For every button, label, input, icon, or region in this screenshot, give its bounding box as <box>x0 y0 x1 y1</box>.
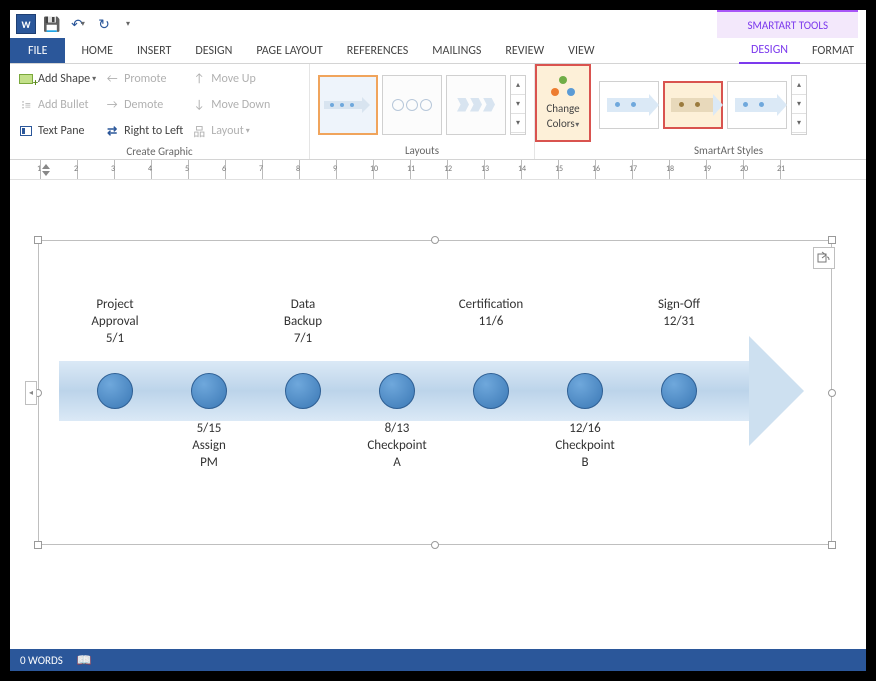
resize-handle[interactable] <box>34 236 42 244</box>
move-down-label: Move Down <box>211 98 270 112</box>
group-label-styles: SmartArt Styles <box>595 143 862 159</box>
group-label-layouts: Layouts <box>314 143 530 159</box>
timeline-label[interactable]: ProjectApproval5/1 <box>60 297 170 348</box>
style-gallery-item[interactable] <box>727 81 787 129</box>
tab-file[interactable]: FILE <box>10 38 65 63</box>
title-bar: W 💾 ↶▾ ↻ ▾ SMARTART TOOLS <box>10 10 866 38</box>
change-colors-l1: Change <box>546 102 579 115</box>
demote-label: Demote <box>124 98 163 112</box>
add-shape-button[interactable]: Add Shape ▾ <box>18 68 96 90</box>
layout-button: 品Layout ▾ <box>191 120 270 142</box>
resize-handle[interactable] <box>34 541 42 549</box>
right-to-left-button[interactable]: ⇄Right to Left <box>104 120 183 142</box>
tab-smartart-format[interactable]: FORMAT <box>800 38 866 63</box>
timeline-node[interactable] <box>661 373 697 409</box>
timeline-label[interactable]: Certification11/6 <box>436 297 546 331</box>
group-smartart-styles: ▴▾▾ SmartArt Styles <box>591 64 866 159</box>
status-bar: 0 WORDS 📖 <box>10 649 866 671</box>
text-pane-label: Text Pane <box>38 124 85 138</box>
tab-references[interactable]: REFERENCES <box>335 38 421 63</box>
tab-insert[interactable]: INSERT <box>125 38 183 63</box>
spelling-status-icon[interactable]: 📖 <box>77 653 92 668</box>
tab-mailings[interactable]: MAILINGS <box>420 38 493 63</box>
status-word-count[interactable]: 0 WORDS <box>20 654 63 667</box>
qat-customize-icon[interactable]: ▾ <box>118 14 138 34</box>
tab-review[interactable]: REVIEW <box>493 38 556 63</box>
tab-smartart-design[interactable]: DESIGN <box>739 38 800 64</box>
rtl-label: Right to Left <box>124 124 183 138</box>
group-layouts: ▴▾▾ Layouts <box>310 64 535 159</box>
resize-handle[interactable] <box>828 236 836 244</box>
timeline-label[interactable]: 8/13CheckpointA <box>342 421 452 472</box>
undo-icon[interactable]: ↶▾ <box>68 14 88 34</box>
timeline-node[interactable] <box>191 373 227 409</box>
timeline-node[interactable] <box>567 373 603 409</box>
resize-handle[interactable] <box>431 541 439 549</box>
group-change-colors: Change Colors ▾ <box>535 64 591 159</box>
resize-handle[interactable] <box>431 236 439 244</box>
quick-access-toolbar: W 💾 ↶▾ ↻ ▾ <box>10 14 138 34</box>
layout-gallery-item[interactable] <box>446 75 506 135</box>
tab-design[interactable]: DESIGN <box>183 38 244 63</box>
tab-home[interactable]: HOME <box>69 38 125 63</box>
demote-button: →Demote <box>104 94 183 116</box>
word-window: W 💾 ↶▾ ↻ ▾ SMARTART TOOLS FILE HOME INSE… <box>10 10 866 671</box>
smartart-timeline[interactable]: ProjectApproval5/15/15AssignPMDataBackup… <box>59 351 809 431</box>
group-create-graphic: Add Shape ▾ ⁝≡Add Bullet Text Pane ←Prom… <box>10 64 310 159</box>
contextual-tab-title: SMARTART TOOLS <box>717 10 858 38</box>
ribbon-tabs: FILE HOME INSERT DESIGN PAGE LAYOUT REFE… <box>10 38 866 64</box>
timeline-label[interactable]: DataBackup7/1 <box>248 297 358 348</box>
layout-label: Layout <box>211 124 244 138</box>
resize-handle[interactable] <box>828 541 836 549</box>
resize-handle[interactable] <box>828 389 836 397</box>
promote-button: ←Promote <box>104 68 183 90</box>
add-shape-label: Add Shape <box>38 72 90 86</box>
text-pane-button[interactable]: Text Pane <box>18 120 96 142</box>
style-gallery-item[interactable] <box>599 81 659 129</box>
redo-icon[interactable]: ↻ <box>94 14 114 34</box>
style-gallery-scroll[interactable]: ▴▾▾ <box>791 75 807 135</box>
move-up-button: ↑Move Up <box>191 68 270 90</box>
save-icon[interactable]: 💾 <box>42 14 62 34</box>
timeline-node[interactable] <box>97 373 133 409</box>
change-colors-icon <box>549 76 577 100</box>
timeline-label[interactable]: Sign-Off12/31 <box>624 297 734 331</box>
layout-gallery-item[interactable] <box>382 75 442 135</box>
timeline-arrow-head <box>749 336 804 446</box>
tab-view[interactable]: VIEW <box>556 38 606 63</box>
layout-gallery-scroll[interactable]: ▴▾▾ <box>510 75 526 135</box>
document-area[interactable]: ◂ ProjectApproval5/15/15AssignPMDataBack… <box>10 180 866 649</box>
timeline-node[interactable] <box>473 373 509 409</box>
style-gallery-item[interactable] <box>663 81 723 129</box>
timeline-label[interactable]: 12/16CheckpointB <box>530 421 640 472</box>
smartart-canvas[interactable]: ◂ ProjectApproval5/15/15AssignPMDataBack… <box>38 240 832 545</box>
layout-gallery-item[interactable] <box>318 75 378 135</box>
tab-page-layout[interactable]: PAGE LAYOUT <box>244 38 334 63</box>
timeline-label[interactable]: 5/15AssignPM <box>154 421 264 472</box>
add-bullet-label: Add Bullet <box>38 98 89 112</box>
move-down-button: ↓Move Down <box>191 94 270 116</box>
horizontal-ruler[interactable]: 123456789101112131415161718192021 <box>10 160 866 180</box>
change-colors-l2: Colors <box>547 117 575 130</box>
change-colors-button[interactable]: Change Colors ▾ <box>535 64 591 142</box>
word-logo-icon: W <box>16 14 36 34</box>
timeline-node[interactable] <box>285 373 321 409</box>
ribbon: Add Shape ▾ ⁝≡Add Bullet Text Pane ←Prom… <box>10 64 866 160</box>
group-label-create-graphic: Create Graphic <box>14 144 305 160</box>
promote-label: Promote <box>124 72 166 86</box>
move-up-label: Move Up <box>211 72 256 86</box>
layout-options-icon[interactable] <box>813 247 835 269</box>
timeline-node[interactable] <box>379 373 415 409</box>
add-bullet-button: ⁝≡Add Bullet <box>18 94 96 116</box>
text-pane-toggle[interactable]: ◂ <box>25 381 37 405</box>
